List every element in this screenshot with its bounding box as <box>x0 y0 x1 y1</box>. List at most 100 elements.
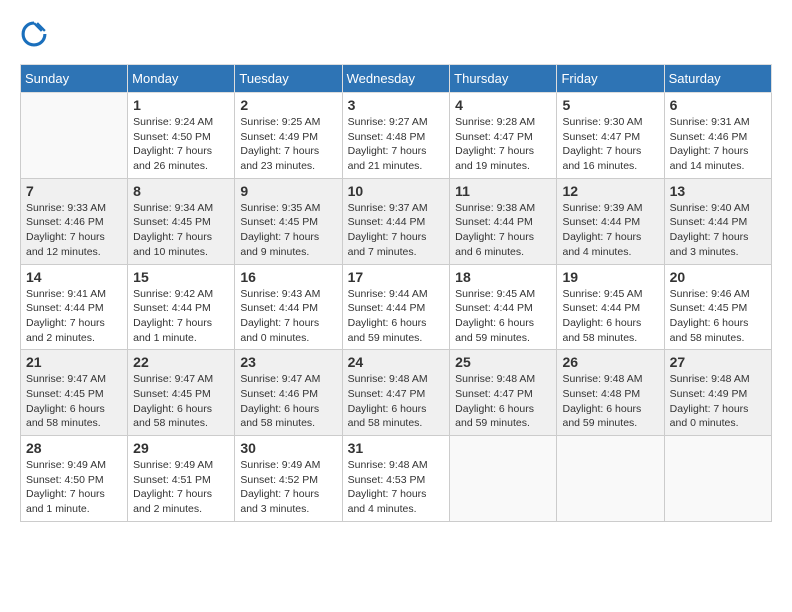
day-number: 8 <box>133 183 229 199</box>
calendar-cell: 3 Sunrise: 9:27 AMSunset: 4:48 PMDaylight… <box>342 93 450 179</box>
day-number: 22 <box>133 354 229 370</box>
day-number: 5 <box>562 97 658 113</box>
day-info: Sunrise: 9:41 AMSunset: 4:44 PMDaylight:… <box>26 287 122 346</box>
day-info: Sunrise: 9:44 AMSunset: 4:44 PMDaylight:… <box>348 287 445 346</box>
day-number: 28 <box>26 440 122 456</box>
column-header-thursday: Thursday <box>450 65 557 93</box>
day-info: Sunrise: 9:48 AMSunset: 4:53 PMDaylight:… <box>348 458 445 517</box>
day-number: 19 <box>562 269 658 285</box>
day-info: Sunrise: 9:42 AMSunset: 4:44 PMDaylight:… <box>133 287 229 346</box>
calendar-cell: 2 Sunrise: 9:25 AMSunset: 4:49 PMDaylight… <box>235 93 342 179</box>
calendar-cell: 16 Sunrise: 9:43 AMSunset: 4:44 PMDayligh… <box>235 264 342 350</box>
day-number: 12 <box>562 183 658 199</box>
calendar-cell: 26 Sunrise: 9:48 AMSunset: 4:48 PMDayligh… <box>557 350 664 436</box>
calendar-cell: 18 Sunrise: 9:45 AMSunset: 4:44 PMDayligh… <box>450 264 557 350</box>
day-info: Sunrise: 9:47 AMSunset: 4:45 PMDaylight:… <box>133 372 229 431</box>
day-info: Sunrise: 9:25 AMSunset: 4:49 PMDaylight:… <box>240 115 336 174</box>
day-number: 6 <box>670 97 766 113</box>
day-number: 30 <box>240 440 336 456</box>
day-number: 25 <box>455 354 551 370</box>
calendar-cell: 30 Sunrise: 9:49 AMSunset: 4:52 PMDayligh… <box>235 436 342 522</box>
calendar-cell: 27 Sunrise: 9:48 AMSunset: 4:49 PMDayligh… <box>664 350 771 436</box>
day-info: Sunrise: 9:49 AMSunset: 4:51 PMDaylight:… <box>133 458 229 517</box>
column-header-wednesday: Wednesday <box>342 65 450 93</box>
calendar-cell: 11Sunrise: 9:38 AMSunset: 4:44 PMDayligh… <box>450 178 557 264</box>
day-info: Sunrise: 9:49 AMSunset: 4:50 PMDaylight:… <box>26 458 122 517</box>
day-info: Sunrise: 9:47 AMSunset: 4:46 PMDaylight:… <box>240 372 336 431</box>
day-number: 15 <box>133 269 229 285</box>
calendar-cell <box>664 436 771 522</box>
day-number: 2 <box>240 97 336 113</box>
calendar-cell: 17Sunrise: 9:44 AMSunset: 4:44 PMDayligh… <box>342 264 450 350</box>
day-number: 21 <box>26 354 122 370</box>
calendar-cell: 31 Sunrise: 9:48 AMSunset: 4:53 PMDayligh… <box>342 436 450 522</box>
calendar-cell <box>21 93 128 179</box>
day-number: 24 <box>348 354 445 370</box>
day-info: Sunrise: 9:34 AMSunset: 4:45 PMDaylight:… <box>133 201 229 260</box>
calendar-cell: 22 Sunrise: 9:47 AMSunset: 4:45 PMDayligh… <box>128 350 235 436</box>
day-number: 10 <box>348 183 445 199</box>
day-info: Sunrise: 9:39 AMSunset: 4:44 PMDaylight:… <box>562 201 658 260</box>
day-number: 27 <box>670 354 766 370</box>
calendar-cell: 9 Sunrise: 9:35 AMSunset: 4:45 PMDaylight… <box>235 178 342 264</box>
calendar-week-row: 28 Sunrise: 9:49 AMSunset: 4:50 PMDayligh… <box>21 436 772 522</box>
day-info: Sunrise: 9:24 AMSunset: 4:50 PMDaylight:… <box>133 115 229 174</box>
day-info: Sunrise: 9:43 AMSunset: 4:44 PMDaylight:… <box>240 287 336 346</box>
calendar-cell: 4 Sunrise: 9:28 AMSunset: 4:47 PMDaylight… <box>450 93 557 179</box>
day-number: 9 <box>240 183 336 199</box>
logo <box>20 20 52 48</box>
day-info: Sunrise: 9:37 AMSunset: 4:44 PMDaylight:… <box>348 201 445 260</box>
calendar-cell: 29 Sunrise: 9:49 AMSunset: 4:51 PMDayligh… <box>128 436 235 522</box>
day-info: Sunrise: 9:40 AMSunset: 4:44 PMDaylight:… <box>670 201 766 260</box>
day-info: Sunrise: 9:30 AMSunset: 4:47 PMDaylight:… <box>562 115 658 174</box>
calendar-cell: 10 Sunrise: 9:37 AMSunset: 4:44 PMDayligh… <box>342 178 450 264</box>
day-number: 7 <box>26 183 122 199</box>
calendar-cell: 20 Sunrise: 9:46 AMSunset: 4:45 PMDayligh… <box>664 264 771 350</box>
page-header <box>20 20 772 48</box>
column-header-saturday: Saturday <box>664 65 771 93</box>
calendar-cell: 28 Sunrise: 9:49 AMSunset: 4:50 PMDayligh… <box>21 436 128 522</box>
day-info: Sunrise: 9:35 AMSunset: 4:45 PMDaylight:… <box>240 201 336 260</box>
day-info: Sunrise: 9:48 AMSunset: 4:47 PMDaylight:… <box>455 372 551 431</box>
calendar-cell: 1Sunrise: 9:24 AMSunset: 4:50 PMDaylight… <box>128 93 235 179</box>
day-number: 4 <box>455 97 551 113</box>
calendar-cell: 23Sunrise: 9:47 AMSunset: 4:46 PMDayligh… <box>235 350 342 436</box>
calendar-cell: 24 Sunrise: 9:48 AMSunset: 4:47 PMDayligh… <box>342 350 450 436</box>
day-info: Sunrise: 9:47 AMSunset: 4:45 PMDaylight:… <box>26 372 122 431</box>
calendar: SundayMondayTuesdayWednesdayThursdayFrid… <box>20 64 772 522</box>
calendar-cell: 14Sunrise: 9:41 AMSunset: 4:44 PMDayligh… <box>21 264 128 350</box>
calendar-week-row: 21 Sunrise: 9:47 AMSunset: 4:45 PMDayligh… <box>21 350 772 436</box>
day-number: 16 <box>240 269 336 285</box>
column-header-friday: Friday <box>557 65 664 93</box>
calendar-week-row: 14Sunrise: 9:41 AMSunset: 4:44 PMDayligh… <box>21 264 772 350</box>
calendar-cell: 21 Sunrise: 9:47 AMSunset: 4:45 PMDayligh… <box>21 350 128 436</box>
calendar-cell <box>450 436 557 522</box>
day-info: Sunrise: 9:49 AMSunset: 4:52 PMDaylight:… <box>240 458 336 517</box>
calendar-week-row: 7Sunrise: 9:33 AMSunset: 4:46 PMDaylight… <box>21 178 772 264</box>
calendar-week-row: 1Sunrise: 9:24 AMSunset: 4:50 PMDaylight… <box>21 93 772 179</box>
day-info: Sunrise: 9:28 AMSunset: 4:47 PMDaylight:… <box>455 115 551 174</box>
calendar-cell: 15 Sunrise: 9:42 AMSunset: 4:44 PMDayligh… <box>128 264 235 350</box>
day-info: Sunrise: 9:46 AMSunset: 4:45 PMDaylight:… <box>670 287 766 346</box>
day-number: 26 <box>562 354 658 370</box>
calendar-cell: 5 Sunrise: 9:30 AMSunset: 4:47 PMDaylight… <box>557 93 664 179</box>
day-info: Sunrise: 9:48 AMSunset: 4:47 PMDaylight:… <box>348 372 445 431</box>
day-info: Sunrise: 9:45 AMSunset: 4:44 PMDaylight:… <box>455 287 551 346</box>
day-number: 20 <box>670 269 766 285</box>
calendar-cell: 8 Sunrise: 9:34 AMSunset: 4:45 PMDaylight… <box>128 178 235 264</box>
day-info: Sunrise: 9:45 AMSunset: 4:44 PMDaylight:… <box>562 287 658 346</box>
logo-icon <box>20 20 48 48</box>
day-number: 18 <box>455 269 551 285</box>
day-number: 29 <box>133 440 229 456</box>
column-header-tuesday: Tuesday <box>235 65 342 93</box>
calendar-header-row: SundayMondayTuesdayWednesdayThursdayFrid… <box>21 65 772 93</box>
day-info: Sunrise: 9:48 AMSunset: 4:48 PMDaylight:… <box>562 372 658 431</box>
day-number: 3 <box>348 97 445 113</box>
calendar-cell: 7Sunrise: 9:33 AMSunset: 4:46 PMDaylight… <box>21 178 128 264</box>
day-number: 13 <box>670 183 766 199</box>
day-info: Sunrise: 9:48 AMSunset: 4:49 PMDaylight:… <box>670 372 766 431</box>
day-number: 31 <box>348 440 445 456</box>
column-header-sunday: Sunday <box>21 65 128 93</box>
day-info: Sunrise: 9:27 AMSunset: 4:48 PMDaylight:… <box>348 115 445 174</box>
calendar-cell <box>557 436 664 522</box>
